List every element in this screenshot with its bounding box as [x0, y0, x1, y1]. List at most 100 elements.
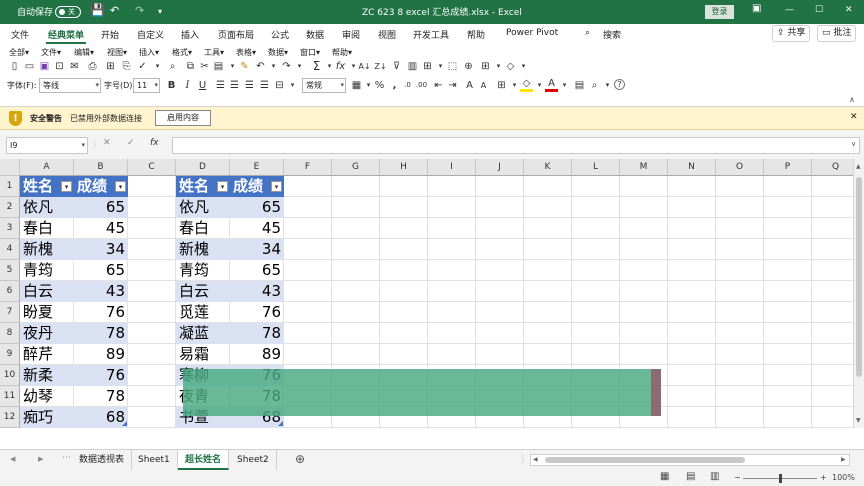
cell[interactable]: [764, 344, 812, 365]
table1-header-cell[interactable]: 成绩 ▾: [74, 176, 128, 197]
table2-name-cell[interactable]: 白云: [176, 281, 230, 302]
cell[interactable]: [764, 407, 812, 428]
classic-menu-data[interactable]: 数据▾: [268, 47, 288, 58]
research-icon[interactable]: ⌕: [166, 60, 179, 73]
merge-dropdown-icon[interactable]: ▾: [286, 79, 299, 92]
table1-name-cell[interactable]: 白云: [20, 281, 74, 302]
tab-page-layout[interactable]: 页面布局: [218, 28, 254, 41]
print-preview-icon[interactable]: ⊞: [104, 60, 117, 73]
sort-descending-icon[interactable]: Z↓: [374, 60, 387, 73]
cell[interactable]: [764, 260, 812, 281]
classic-menu-format[interactable]: 格式▾: [172, 47, 192, 58]
table2-score-cell[interactable]: 65: [230, 260, 284, 281]
column-header-c[interactable]: C: [128, 159, 176, 176]
classic-menu-tools[interactable]: 工具▾: [204, 47, 224, 58]
cell[interactable]: [476, 197, 524, 218]
scroll-left-icon[interactable]: ◀: [533, 456, 538, 463]
cell[interactable]: [380, 323, 428, 344]
cell[interactable]: [812, 260, 853, 281]
cell[interactable]: [332, 197, 380, 218]
cell[interactable]: [284, 218, 332, 239]
classic-menu-edit[interactable]: 编辑▾: [74, 47, 94, 58]
table1-name-cell[interactable]: 青筠: [20, 260, 74, 281]
cell[interactable]: [812, 281, 853, 302]
cell[interactable]: [572, 197, 620, 218]
column-header-m[interactable]: M: [620, 159, 668, 176]
table2-score-cell[interactable]: 76: [230, 302, 284, 323]
cell[interactable]: [128, 365, 176, 386]
column-header-j[interactable]: J: [476, 159, 524, 176]
cell[interactable]: [524, 281, 572, 302]
cell[interactable]: [284, 344, 332, 365]
cell[interactable]: [428, 239, 476, 260]
pivot-icon[interactable]: ⊞: [421, 60, 434, 73]
classic-menu-insert[interactable]: 插入▾: [139, 47, 159, 58]
cell[interactable]: [380, 281, 428, 302]
format-painter-icon[interactable]: ✎: [238, 60, 251, 73]
cell[interactable]: [668, 281, 716, 302]
sheet-tab-sheet1[interactable]: Sheet1: [131, 450, 178, 470]
cell[interactable]: [128, 281, 176, 302]
cell[interactable]: [332, 239, 380, 260]
cell[interactable]: [764, 239, 812, 260]
column-header-n[interactable]: N: [668, 159, 716, 176]
cell[interactable]: [572, 239, 620, 260]
spelling-icon[interactable]: ✓: [136, 60, 149, 73]
table1-name-cell[interactable]: 醉芹: [20, 344, 74, 365]
table1-name-cell[interactable]: 幼琴: [20, 386, 74, 407]
restore-button[interactable]: ☐: [815, 5, 823, 15]
zoom-out-button[interactable]: −: [734, 473, 741, 482]
page-break-icon[interactable]: ▥: [710, 471, 719, 482]
cell[interactable]: [764, 386, 812, 407]
redo-icon[interactable]: ↷: [135, 4, 144, 17]
table1-name-cell[interactable]: 夜丹: [20, 323, 74, 344]
filter-dropdown-icon[interactable]: ▾: [61, 181, 72, 192]
table2-score-cell[interactable]: 43: [230, 281, 284, 302]
formula-input[interactable]: [172, 137, 860, 154]
fill-color-icon[interactable]: ◇: [520, 79, 533, 92]
column-header-p[interactable]: P: [764, 159, 812, 176]
cell[interactable]: [284, 281, 332, 302]
zoom-in-button[interactable]: +: [820, 473, 827, 482]
table1-score-cell[interactable]: 76: [74, 302, 128, 323]
cell[interactable]: [476, 218, 524, 239]
cell[interactable]: [668, 197, 716, 218]
column-header-l[interactable]: L: [572, 159, 620, 176]
underline-icon[interactable]: U: [196, 79, 209, 92]
enable-content-button[interactable]: 启用内容: [155, 110, 211, 126]
decrease-decimal-icon[interactable]: .00: [415, 79, 428, 92]
permission-icon[interactable]: ⊡: [53, 60, 66, 73]
cell[interactable]: [716, 407, 764, 428]
align-center-icon[interactable]: ☰: [228, 79, 241, 92]
cell[interactable]: [764, 197, 812, 218]
cell[interactable]: [572, 323, 620, 344]
cell[interactable]: [128, 239, 176, 260]
table1-score-cell[interactable]: 65: [74, 197, 128, 218]
table2-name-cell[interactable]: 新槐: [176, 239, 230, 260]
email-icon[interactable]: ✉: [68, 60, 81, 73]
redo-icon[interactable]: ↷: [280, 60, 293, 73]
horizontal-scrollbar[interactable]: ◀ ▶: [530, 454, 850, 466]
cell[interactable]: [764, 302, 812, 323]
cut-icon[interactable]: ✂: [198, 60, 211, 73]
table1-score-cell[interactable]: 43: [74, 281, 128, 302]
cell[interactable]: [572, 302, 620, 323]
cell[interactable]: [128, 344, 176, 365]
cell[interactable]: [428, 176, 476, 197]
table2-score-cell[interactable]: 89: [230, 344, 284, 365]
cell[interactable]: [716, 386, 764, 407]
column-header-b[interactable]: B: [74, 159, 128, 176]
table1-name-cell[interactable]: 痴巧: [20, 407, 74, 428]
column-header-f[interactable]: F: [284, 159, 332, 176]
tab-custom[interactable]: 自定义: [137, 28, 164, 41]
cell[interactable]: [716, 176, 764, 197]
bold-icon[interactable]: B: [165, 79, 178, 92]
row-header-9[interactable]: 9: [0, 344, 20, 365]
decrease-indent-icon[interactable]: ⇤: [432, 79, 445, 92]
row-header-2[interactable]: 2: [0, 197, 20, 218]
cell[interactable]: [716, 302, 764, 323]
ribbon-display-icon[interactable]: ▣: [752, 3, 761, 14]
redo-dropdown-icon[interactable]: ▾: [293, 60, 306, 73]
cell[interactable]: [812, 176, 853, 197]
cell[interactable]: [332, 281, 380, 302]
